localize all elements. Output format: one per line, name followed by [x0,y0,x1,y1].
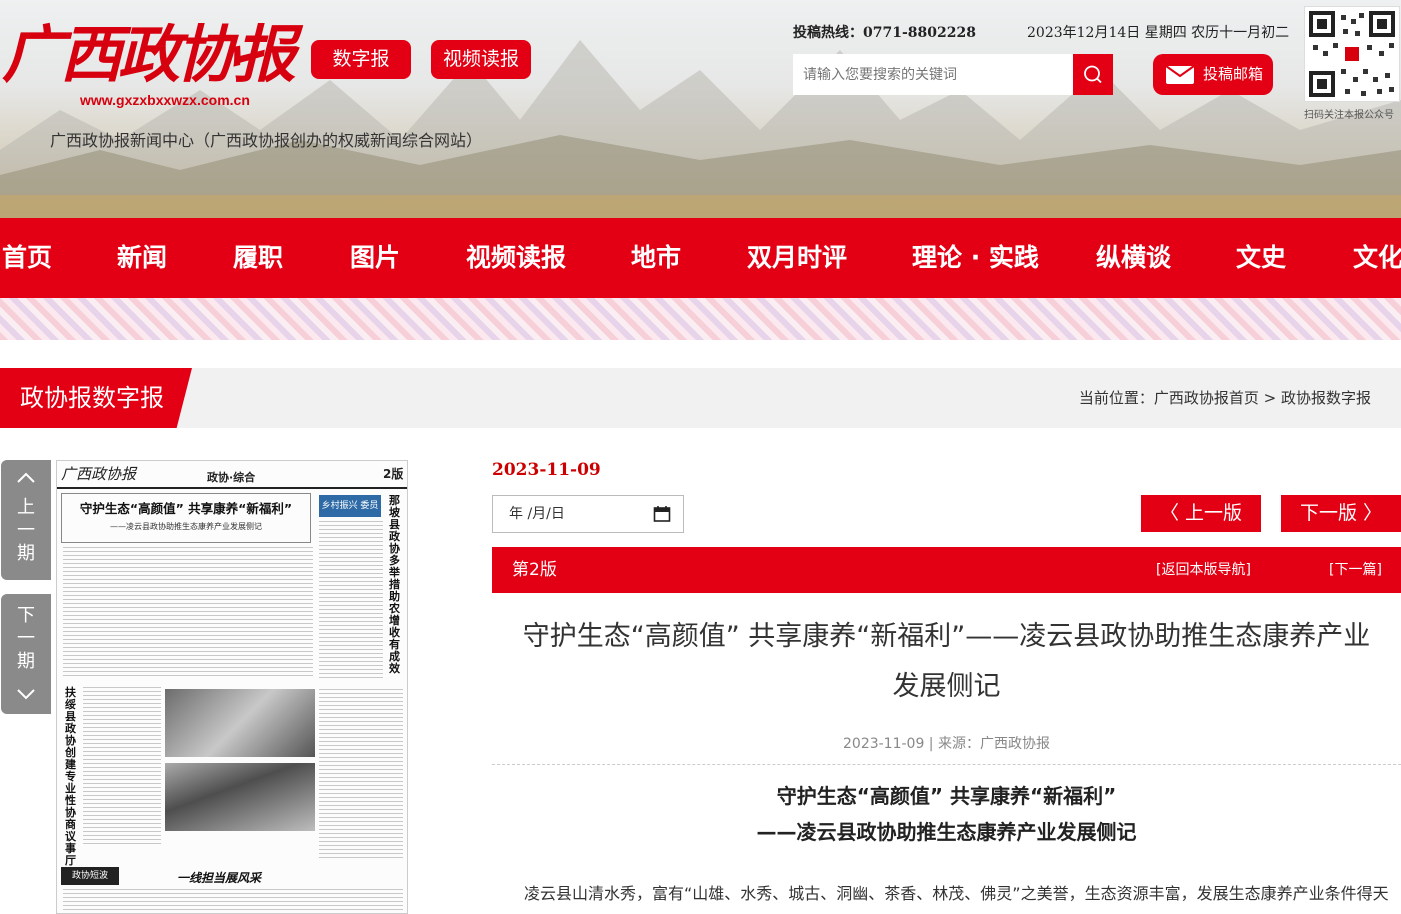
search-input[interactable] [793,54,1077,93]
digital-paper-button[interactable]: 数字报 [311,40,411,79]
nav-home[interactable]: 首页 [2,218,52,298]
decorative-pattern [0,298,1401,340]
section-tag: 政协报数字报 [0,368,192,428]
mail-label: 投稿邮箱 [1203,65,1264,83]
paper-bottom-headline: 一线担当展风采 [177,871,262,885]
nav-duty[interactable]: 履职 [233,218,283,298]
article-subtitle-1: 守护生态“高颜值” 共享康养“新福利” [776,784,1117,808]
logo-url: www.gxzxbxxwzx.com.cn [80,92,250,108]
video-reading-button[interactable]: 视频读报 [431,40,531,79]
nav-video-reading[interactable]: 视频读报 [466,218,566,298]
section-titlebar: 政协报数字报 当前位置：广西政协报首页 > 政协报数字报 [0,368,1401,428]
paper-vertical-headline-2: 扶绥县政协创建专业性协商议事厅 [65,686,76,867]
paper-vertical-headline: 那坡县政协多举措助农增收有成效 [389,494,400,675]
page-info-bar: 第2版 [返回本版导航] [下一篇] [492,547,1401,593]
nav-history[interactable]: 文史 [1236,218,1286,298]
paper-section: 政协·综合 [207,471,256,484]
date-picker[interactable]: 年 /月/日 [492,495,684,533]
nav-theory-practice[interactable]: 理论 · 实践 [912,218,1039,298]
next-issue-tab[interactable]: 下 一 期 [1,594,51,714]
chevron-down-icon [17,689,35,700]
page-label: 第2版 [512,560,557,580]
newspaper-page-image[interactable]: 广西政协报 政协·综合 2版 守护生态“高颜值” 共享康养“新福利” ——凌云县… [56,460,408,914]
search-icon [1084,65,1102,84]
date-placeholder: 年 /月/日 [509,506,565,522]
nav-bimonthly[interactable]: 双月时评 [747,218,847,298]
article-body: 凌云县山清水秀，富有“山雄、水秀、城古、洞幽、茶香、林茂、佛灵”之美誉，生态资源… [524,884,1389,903]
paper-headline: 守护生态“高颜值” 共享康养“新福利” [79,501,293,516]
paper-masthead: 广西政协报 [61,465,137,483]
paper-bottom-tag: 政协短波 [61,867,119,885]
paper-subhead: ——凌云县政协助推生态康养产业发展侧记 [110,522,262,531]
chevron-up-icon [17,472,35,483]
nav-culture[interactable]: 文化 [1353,218,1401,298]
site-logo[interactable]: 广西政协报 [2,4,296,94]
next-page-button[interactable]: 下一版 〉 [1281,495,1401,532]
site-description: 广西政协报新闻中心（广西政协报创办的权威新闻综合网站） [50,131,483,150]
next-article-link[interactable]: [下一篇] [1329,547,1382,593]
back-to-nav-link[interactable]: [返回本版导航] [1156,547,1251,593]
site-header: 广西政协报 www.gxzxbxxwzx.com.cn 广西政协报新闻中心（广西… [0,0,1401,218]
search-button[interactable] [1073,54,1113,95]
nav-pictures[interactable]: 图片 [350,218,400,298]
divider [492,764,1401,765]
article-subtitle: 守护生态“高颜值” 共享康养“新福利” ——凌云县政协助推生态康养产业发展侧记 [492,778,1401,850]
paper-photo-1 [165,689,315,757]
nav-commentary[interactable]: 纵横谈 [1096,218,1171,298]
nav-news[interactable]: 新闻 [117,218,167,298]
nav-cities[interactable]: 地市 [631,218,681,298]
next-char-1: 下 [17,605,35,626]
paper-page-no: 2版 [383,467,404,481]
qr-code [1304,6,1400,102]
calendar-icon[interactable] [653,505,671,523]
paper-side-tag: 乡村振兴 委员行动 [319,495,381,533]
issue-date: 2023-11-09 [492,460,601,480]
prev-char-2: 一 [17,520,35,541]
hotline: 投稿热线：0771-8802228 [793,25,976,41]
prev-char-3: 期 [17,543,35,564]
prev-char-1: 上 [17,497,35,518]
qr-caption: 扫码关注本报公众号 [1304,110,1394,121]
submit-mail-button[interactable]: 投稿邮箱 [1153,54,1273,95]
main-nav: 首页 新闻 履职 图片 视频读报 地市 双月时评 理论 · 实践 纵横谈 文史 … [0,218,1401,298]
article-meta: 2023-11-09 | 来源：广西政协报 [843,736,1050,752]
breadcrumb[interactable]: 当前位置：广西政协报首页 > 政协报数字报 [1079,368,1371,428]
prev-page-button[interactable]: 〈 上一版 [1141,495,1261,532]
search-box [793,54,1077,95]
current-date: 2023年12月14日 星期四 农历十一月初二 [1027,25,1290,41]
section-title: 政协报数字报 [20,384,164,412]
article-title: 守护生态“高颜值” 共享康养“新福利”——凌云县政协助推生态康养产业发展侧记 [522,621,1371,702]
next-char-2: 一 [17,628,35,649]
mail-icon [1165,65,1195,84]
paper-photo-2 [165,763,315,831]
next-char-3: 期 [17,651,35,672]
prev-issue-tab[interactable]: 上 一 期 [1,460,51,580]
article-subtitle-2: ——凌云县政协助推生态康养产业发展侧记 [756,820,1137,844]
